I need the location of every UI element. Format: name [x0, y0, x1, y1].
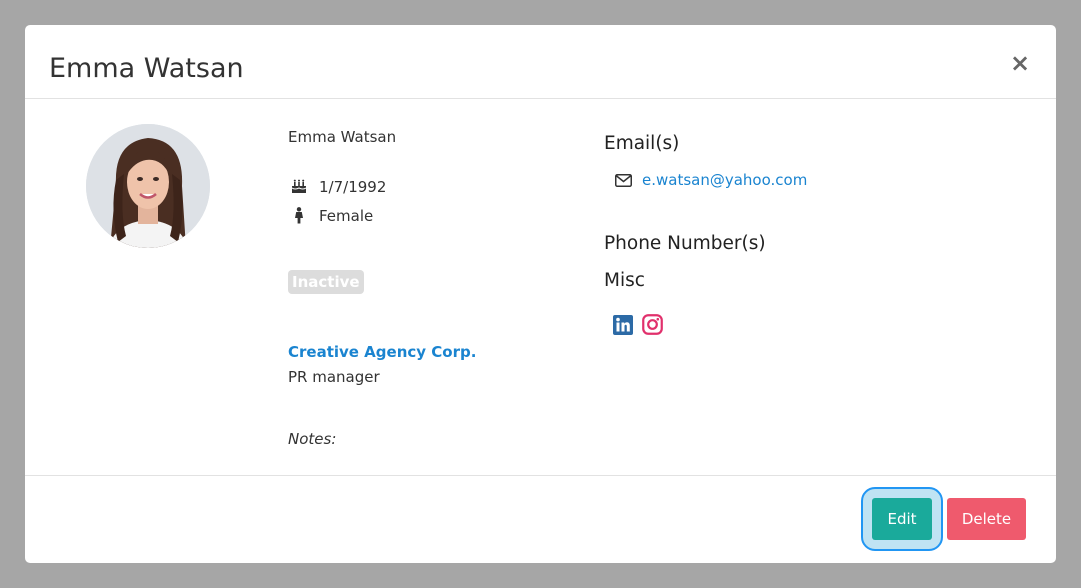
contact-detail-modal: Emma Watsan × Emma Watsan 1/7/1992 Femal…	[25, 25, 1056, 563]
close-button[interactable]: ×	[1008, 51, 1032, 75]
female-icon	[295, 207, 303, 224]
company-link[interactable]: Creative Agency Corp.	[288, 343, 476, 361]
status-badge: Inactive	[288, 270, 364, 294]
close-icon: ×	[1009, 49, 1031, 77]
modal-title: Emma Watsan	[49, 53, 244, 84]
birthday-cake-icon	[291, 179, 307, 193]
modal-header: Emma Watsan ×	[25, 25, 1056, 99]
footer-divider	[25, 475, 1056, 476]
envelope-icon	[615, 174, 632, 187]
gender: Female	[319, 207, 374, 225]
phone-numbers-heading: Phone Number(s)	[604, 233, 766, 254]
email-link[interactable]: e.watsan@yahoo.com	[642, 171, 807, 189]
edit-button[interactable]: Edit	[861, 487, 943, 551]
job-title: PR manager	[288, 368, 380, 386]
delete-button[interactable]: Delete	[947, 498, 1026, 540]
notes-label: Notes:	[288, 430, 337, 448]
avatar	[86, 124, 210, 248]
instagram-icon[interactable]	[642, 314, 663, 335]
linkedin-icon[interactable]	[613, 315, 633, 335]
contact-name: Emma Watsan	[288, 128, 397, 146]
date-of-birth: 1/7/1992	[319, 178, 387, 196]
emails-heading: Email(s)	[604, 133, 680, 154]
misc-heading: Misc	[604, 270, 645, 291]
